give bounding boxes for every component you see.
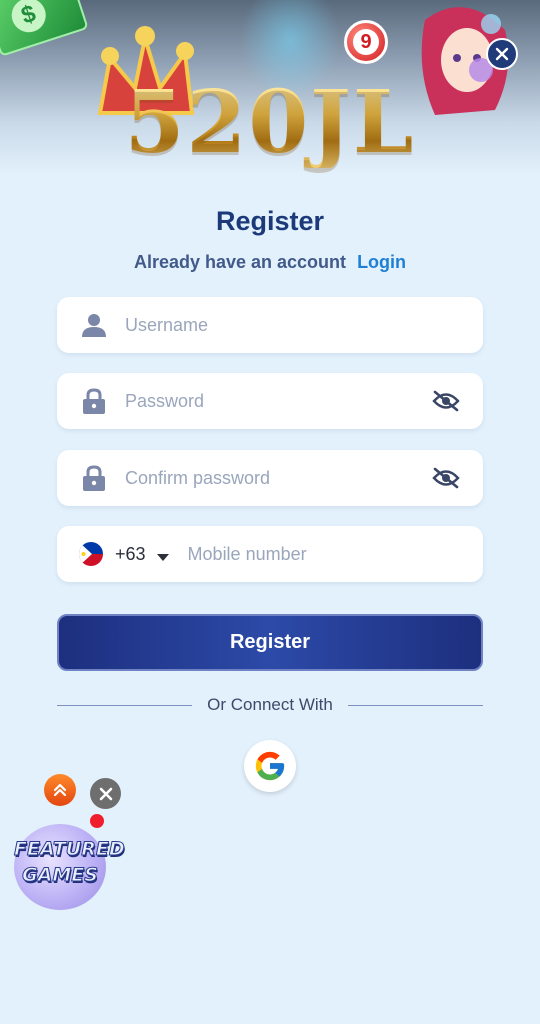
divider-line: [57, 704, 193, 706]
featured-games-badge[interactable]: FEATURED GAMES: [14, 814, 126, 910]
caret-down-icon[interactable]: [156, 549, 170, 561]
google-login-button[interactable]: [244, 740, 296, 792]
already-account-text: Already have an account: [133, 252, 347, 272]
username-field: [57, 297, 483, 353]
user-icon: [81, 312, 107, 338]
eye-off-icon[interactable]: [431, 386, 461, 416]
chevron-up-icon: [53, 783, 67, 797]
register-button[interactable]: Register: [57, 614, 483, 671]
brand-logo: 520JL: [0, 78, 540, 168]
password-field: [57, 373, 483, 429]
password-input[interactable]: [125, 373, 431, 429]
divider-text: Or Connect With: [207, 695, 333, 714]
mobile-number-input[interactable]: [187, 526, 483, 582]
close-icon[interactable]: [486, 38, 518, 70]
top-banner: $ 9 520JL: [0, 0, 540, 175]
scroll-up-button[interactable]: [44, 774, 76, 806]
connect-divider: Or Connect With: [57, 694, 483, 716]
money-illustration: $: [0, 0, 89, 57]
money-symbol: $: [7, 0, 51, 37]
lock-icon: [81, 465, 107, 491]
ball-number: 9: [353, 29, 379, 55]
eye-off-icon[interactable]: [431, 463, 461, 493]
google-icon: [255, 751, 285, 781]
login-link[interactable]: Login: [357, 252, 406, 272]
login-prompt: Already have an account Login: [0, 252, 540, 273]
close-icon: [99, 787, 112, 800]
confirm-password-input[interactable]: [125, 450, 431, 506]
country-code-select[interactable]: +63: [115, 544, 146, 565]
lottery-ball: 9: [344, 20, 388, 64]
mobile-field: +63: [57, 526, 483, 582]
featured-line1: FEATURED: [14, 838, 126, 861]
notification-dot: [90, 814, 104, 828]
featured-line2: GAMES: [22, 864, 99, 887]
lock-icon: [81, 388, 107, 414]
ph-flag-icon: [79, 542, 103, 566]
page-title: Register: [215, 206, 325, 236]
username-input[interactable]: [125, 297, 483, 353]
confirm-password-field: [57, 450, 483, 506]
divider-line: [347, 704, 483, 706]
close-featured-button[interactable]: [90, 778, 121, 809]
